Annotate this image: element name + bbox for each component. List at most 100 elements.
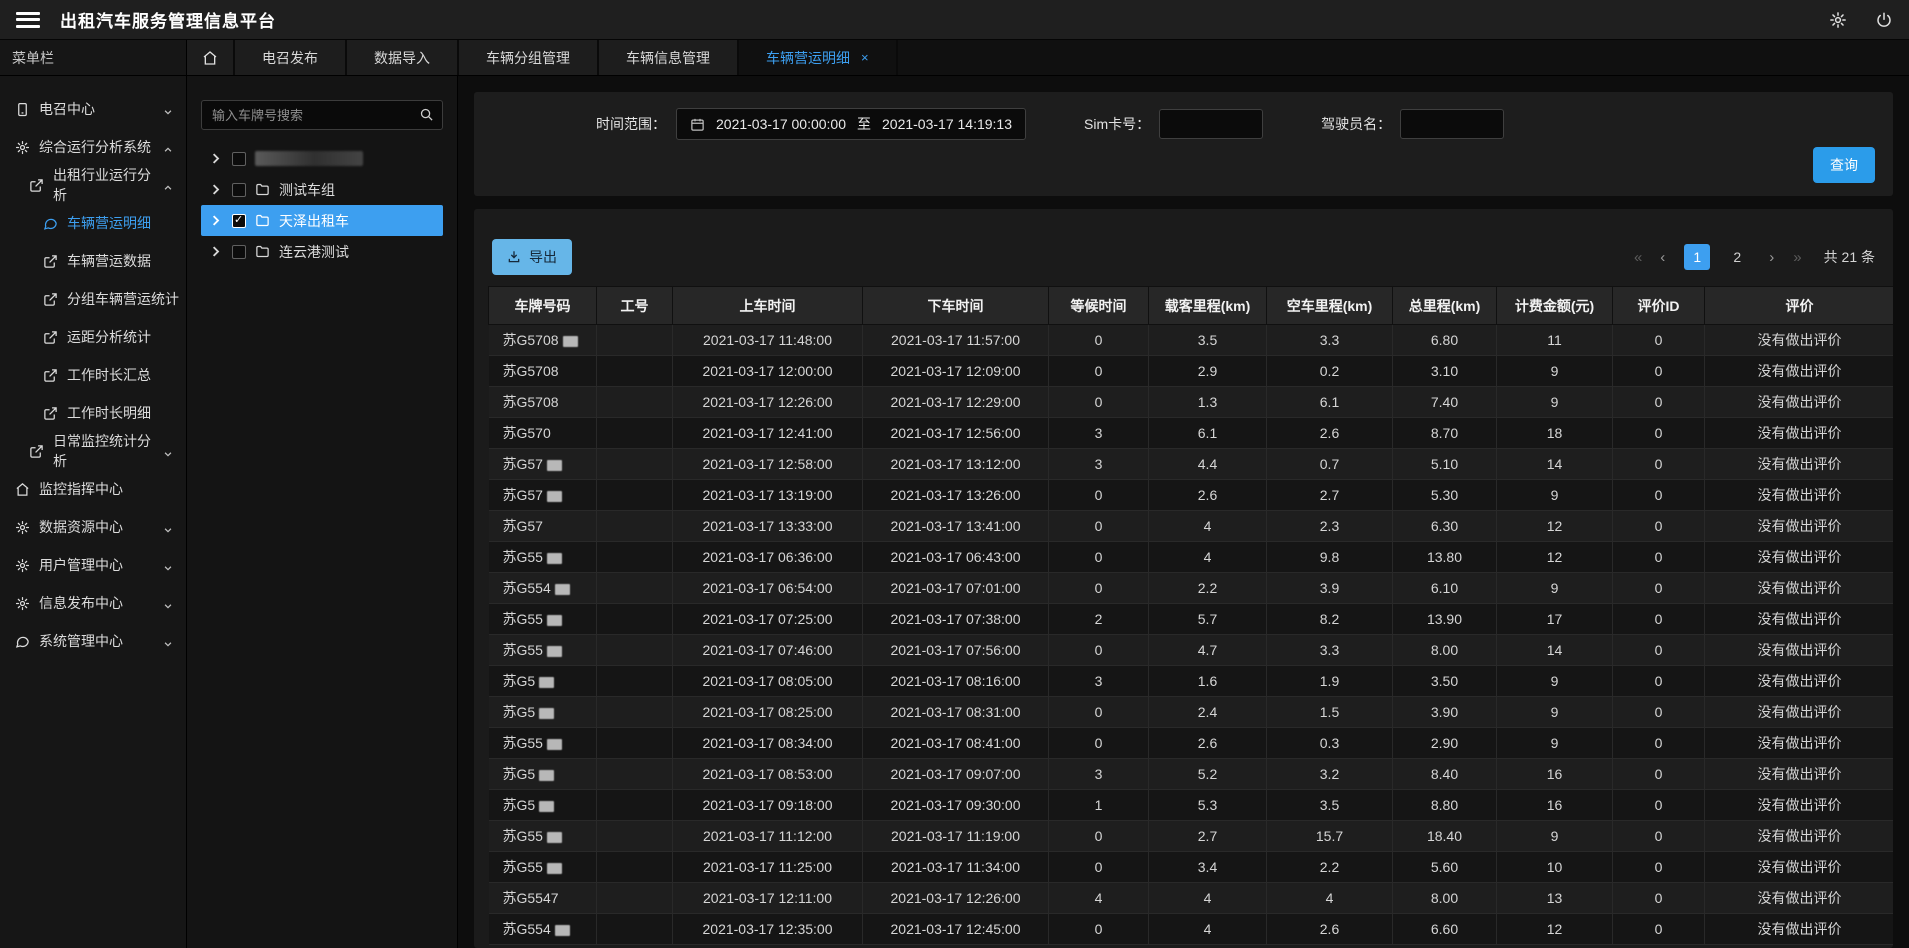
rating_id-cell: 0 [1613, 759, 1705, 790]
alight-cell: 2021-03-17 12:09:00 [863, 356, 1049, 387]
time-range-picker[interactable]: 2021-03-17 00:00:00 至 2021-03-17 14:19:1… [676, 108, 1026, 140]
sidebar-item[interactable]: 系统管理中心 [0, 622, 186, 660]
tree-checkbox[interactable] [232, 183, 246, 197]
column-header: 计费金额(元) [1497, 287, 1613, 325]
tab-item[interactable]: 车辆营运明细 × [739, 40, 898, 75]
plate-text: 苏G5 [503, 673, 536, 689]
sidebar-item[interactable]: 工作时长明细 [0, 394, 186, 432]
wait-cell: 0 [1049, 542, 1149, 573]
loaded_km-cell: 1.3 [1149, 387, 1267, 418]
tree-node[interactable] [201, 143, 443, 174]
plate-cell: 苏G55 [489, 728, 597, 759]
redacted-chip [547, 553, 562, 564]
table-row: 苏G5702021-03-17 12:41:002021-03-17 12:56… [489, 418, 1894, 449]
total_km-cell: 8.00 [1393, 883, 1497, 914]
loaded_km-cell: 2.9 [1149, 356, 1267, 387]
sim-input[interactable] [1159, 109, 1263, 139]
work_id-cell [597, 573, 673, 604]
plate-cell: 苏G5 [489, 666, 597, 697]
table-row: 苏G552021-03-17 08:34:002021-03-17 08:41:… [489, 728, 1894, 759]
sidebar-item[interactable]: 电召中心 [0, 90, 186, 128]
alight-cell: 2021-03-17 13:26:00 [863, 480, 1049, 511]
gear-icon [15, 140, 30, 155]
wait-cell: 3 [1049, 449, 1149, 480]
tab-item[interactable]: 车辆分组管理 [459, 40, 599, 75]
plate-cell: 苏G55 [489, 542, 597, 573]
plate-cell: 苏G55 [489, 852, 597, 883]
wait-cell: 0 [1049, 480, 1149, 511]
power-icon[interactable] [1875, 11, 1893, 29]
sidebar-item[interactable]: 分组车辆营运统计 [0, 280, 186, 318]
board-cell: 2021-03-17 12:26:00 [673, 387, 863, 418]
tree-checkbox[interactable] [232, 245, 246, 259]
tab-home[interactable] [187, 40, 235, 75]
chevron-down-icon [163, 446, 173, 456]
total_km-cell: 18.40 [1393, 821, 1497, 852]
redacted-chip [547, 460, 562, 471]
redacted-chip [539, 708, 554, 719]
tree-node[interactable]: 天泽出租车 [201, 205, 443, 236]
empty_km-cell: 3.5 [1267, 790, 1393, 821]
prev-page-icon[interactable]: ‹ [1660, 249, 1665, 266]
loaded_km-cell: 4 [1149, 542, 1267, 573]
app-title: 出租汽车服务管理信息平台 [60, 7, 276, 32]
sidebar-item[interactable]: 综合运行分析系统 [0, 128, 186, 166]
first-page-icon[interactable]: « [1634, 249, 1641, 266]
sidebar-item[interactable]: 车辆营运明细 [0, 204, 186, 242]
plate-text: 苏G570 [503, 425, 551, 441]
tree-checkbox[interactable] [232, 152, 246, 166]
rating_id-cell: 0 [1613, 666, 1705, 697]
settings-gear-icon[interactable] [1829, 11, 1847, 29]
last-page-icon[interactable]: » [1793, 249, 1800, 266]
page-number[interactable]: 2 [1724, 244, 1750, 270]
sidebar-item[interactable]: 日常监控统计分析 [0, 432, 186, 470]
sidebar-item[interactable]: 出租行业运行分析 [0, 166, 186, 204]
total_km-cell: 8.40 [1393, 759, 1497, 790]
search-icon[interactable] [419, 107, 434, 122]
sidebar-item[interactable]: 运距分析统计 [0, 318, 186, 356]
tree-node[interactable]: 连云港测试 [201, 236, 443, 267]
plate-text: 苏G57 [503, 518, 543, 534]
sidebar-item[interactable]: 用户管理中心 [0, 546, 186, 584]
fee-cell: 14 [1497, 449, 1613, 480]
table-row: 苏G572021-03-17 13:33:002021-03-17 13:41:… [489, 511, 1894, 542]
board-cell: 2021-03-17 11:12:00 [673, 821, 863, 852]
driver-input[interactable] [1400, 109, 1504, 139]
plate-search-input[interactable] [201, 100, 443, 130]
tab-item[interactable]: 电召发布 [235, 40, 347, 75]
tab-item[interactable]: 数据导入 [347, 40, 459, 75]
alight-cell: 2021-03-17 11:34:00 [863, 852, 1049, 883]
tree-node-label: 测试车组 [279, 180, 335, 200]
tab-item[interactable]: 车辆信息管理 [599, 40, 739, 75]
sidebar-item[interactable]: 监控指挥中心 [0, 470, 186, 508]
tree-node[interactable]: 测试车组 [201, 174, 443, 205]
page-number[interactable]: 1 [1684, 244, 1710, 270]
empty_km-cell: 1.5 [1267, 697, 1393, 728]
empty_km-cell: 2.7 [1267, 480, 1393, 511]
tab-close-icon[interactable]: × [861, 50, 869, 65]
tab-label: 车辆营运明细 [766, 48, 850, 68]
query-button[interactable]: 查询 [1813, 147, 1875, 183]
empty_km-cell: 0.3 [1267, 728, 1393, 759]
total_km-cell: 7.40 [1393, 387, 1497, 418]
redacted-chip [539, 801, 554, 812]
menu-toggle-icon[interactable] [16, 12, 40, 28]
export-button[interactable]: 导出 [492, 239, 572, 275]
loaded_km-cell: 5.2 [1149, 759, 1267, 790]
fee-cell: 9 [1497, 821, 1613, 852]
sidebar-item[interactable]: 车辆营运数据 [0, 242, 186, 280]
redacted-chip [547, 832, 562, 843]
plate-text: 苏G5 [503, 704, 536, 720]
time-end-value: 2021-03-17 14:19:13 [882, 116, 1012, 132]
next-page-icon[interactable]: › [1769, 249, 1774, 266]
tablet-icon [15, 102, 30, 117]
sidebar-item[interactable]: 信息发布中心 [0, 584, 186, 622]
redacted-chip [563, 336, 578, 347]
work_id-cell [597, 418, 673, 449]
tree-checkbox[interactable] [232, 214, 246, 228]
driver-label: 驾驶员名： [1321, 114, 1391, 134]
sidebar-item[interactable]: 工作时长汇总 [0, 356, 186, 394]
wait-cell: 4 [1049, 883, 1149, 914]
sidebar-item[interactable]: 数据资源中心 [0, 508, 186, 546]
board-cell: 2021-03-17 13:19:00 [673, 480, 863, 511]
